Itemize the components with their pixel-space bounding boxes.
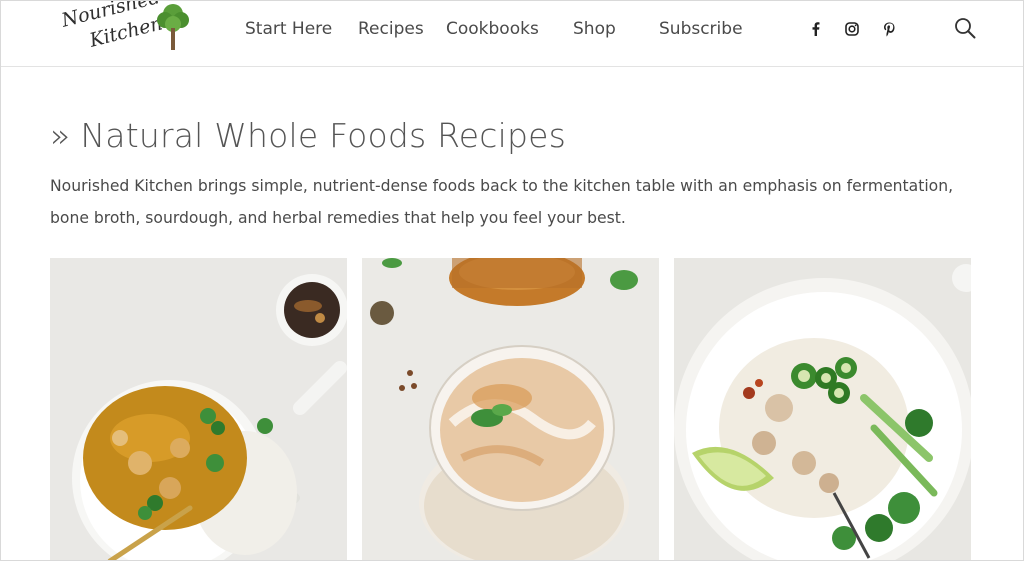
nav-subscribe[interactable]: Subscribe — [659, 19, 743, 39]
rice-bowl-with-peppers-photo — [674, 258, 971, 561]
site-logo[interactable]: Nourished Kitchen — [59, 0, 195, 62]
curry-with-rice-photo — [50, 258, 347, 561]
page-title-text: Natural Whole Foods Recipes — [80, 116, 567, 156]
recipe-card-rice-bowl[interactable] — [674, 258, 971, 561]
recipe-card-curry[interactable] — [50, 258, 347, 561]
search-icon[interactable] — [954, 17, 976, 39]
page-title: » Natural Whole Foods Recipes — [50, 116, 566, 155]
nav-recipes[interactable]: Recipes — [358, 19, 424, 39]
nav-cookbooks[interactable]: Cookbooks — [446, 19, 539, 39]
site-header: Nourished Kitchen Start Here Recipes Coo… — [0, 0, 1024, 67]
pinterest-icon[interactable] — [881, 21, 897, 37]
nav-start-here[interactable]: Start Here — [245, 19, 332, 39]
instagram-icon[interactable] — [844, 21, 860, 37]
intro-paragraph: Nourished Kitchen brings simple, nutrien… — [50, 177, 954, 227]
recipe-card-drink[interactable] — [362, 258, 659, 561]
herbal-drink-photo — [362, 258, 659, 561]
tree-icon — [157, 4, 189, 50]
facebook-icon[interactable] — [808, 21, 824, 37]
breadcrumb-chevron: » — [50, 116, 71, 156]
nav-shop[interactable]: Shop — [573, 19, 616, 39]
